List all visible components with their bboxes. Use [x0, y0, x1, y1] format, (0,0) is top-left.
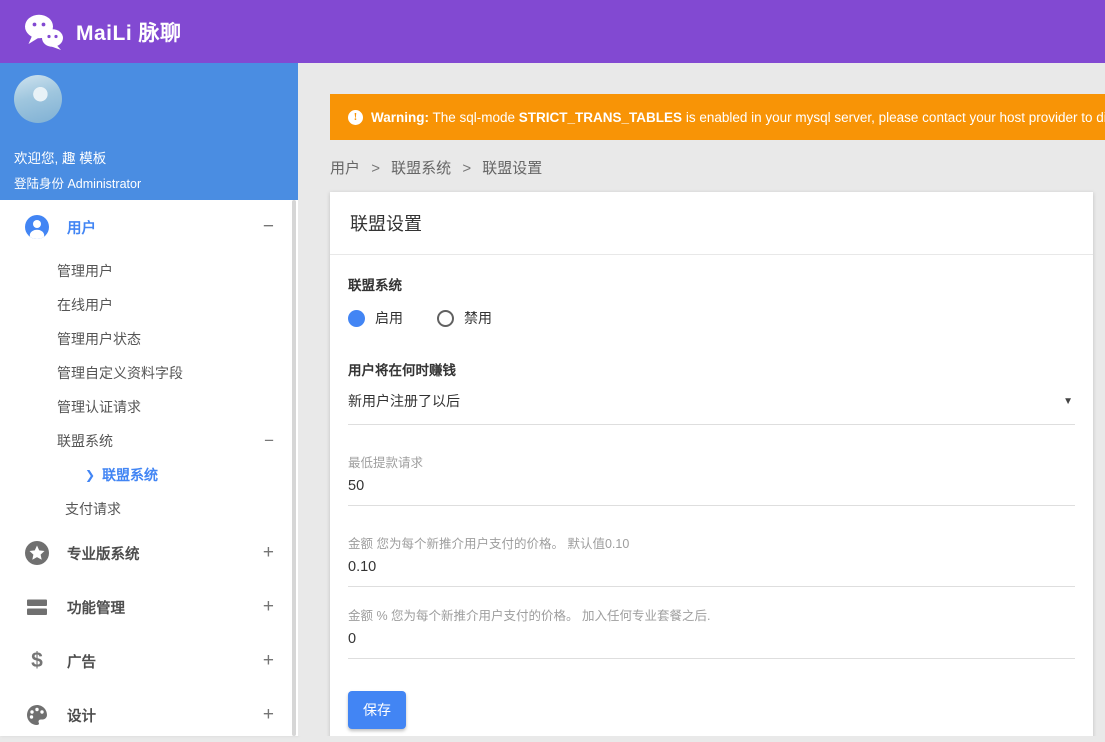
- earn-when-group: 用户将在何时赚钱 新用户注册了以后 ▼: [348, 359, 1075, 425]
- sidebar-item-design[interactable]: 设计 +: [0, 688, 298, 742]
- warning-icon: !: [348, 109, 363, 125]
- star-icon: [24, 540, 50, 566]
- brand-name: MaiLi 脉聊: [76, 21, 182, 45]
- sidebar-item-users[interactable]: 用户 −: [0, 200, 298, 254]
- sidebar-item-label: 功能管理: [67, 600, 125, 617]
- breadcrumb-separator: >: [371, 160, 380, 177]
- sidebar-item-label: 管理认证请求: [57, 399, 141, 415]
- chevron-right-icon: ❯: [85, 468, 96, 482]
- sidebar-menu: 用户 − 管理用户 在线用户 管理用户状态 管理自定义资料字段 管理认证请求 联…: [0, 200, 298, 742]
- sidebar-item-label: 联盟系统: [57, 433, 113, 449]
- sidebar-item-label: 专业版系统: [67, 546, 140, 563]
- breadcrumb-item-affiliate-system[interactable]: 联盟系统: [391, 160, 451, 177]
- sidebar: 欢迎您, 趣 模板 登陆身份 Administrator 用户 − 管理用户 在…: [0, 63, 298, 736]
- save-button[interactable]: 保存: [348, 691, 406, 729]
- card-title: 联盟设置: [330, 192, 1093, 255]
- sidebar-item-label: 支付请求: [65, 501, 121, 517]
- sidebar-item-ads[interactable]: $ 广告 +: [0, 634, 298, 688]
- sidebar-item-affiliate-system-active[interactable]: ❯ 联盟系统: [0, 458, 298, 492]
- radio-enable[interactable]: [348, 309, 365, 327]
- affiliate-system-group: 联盟系统 启用 禁用: [348, 274, 1075, 328]
- amount-input[interactable]: [348, 552, 1075, 587]
- collapse-icon[interactable]: −: [264, 432, 274, 449]
- sidebar-item-label: 联盟系统: [102, 467, 159, 483]
- sidebar-scrollbar[interactable]: [292, 200, 296, 736]
- affiliate-system-label: 联盟系统: [348, 278, 402, 293]
- affiliate-settings-card: 联盟设置 联盟系统 启用 禁用 用户将在何时赚钱 新用户注册了以后 ▼ 最低提款…: [330, 192, 1093, 736]
- amount-percent-label: 金额 % 您为每个新推介用户支付的价格。 加入任何专业套餐之后.: [348, 609, 711, 623]
- affiliate-settings-form: 联盟系统 启用 禁用 用户将在何时赚钱 新用户注册了以后 ▼ 最低提款请求 50…: [330, 255, 1093, 736]
- user-avatar[interactable]: [14, 75, 62, 123]
- sidebar-item-label: 在线用户: [57, 297, 113, 313]
- min-withdrawal-label: 最低提款请求: [348, 456, 424, 470]
- sidebar-item-pro-system[interactable]: 专业版系统 +: [0, 526, 298, 580]
- amount-group: 金额 您为每个新推介用户支付的价格。 默认值0.10: [348, 533, 1075, 587]
- radio-enable-label[interactable]: 启用: [375, 308, 403, 328]
- amount-percent-input[interactable]: [348, 624, 1075, 659]
- expand-icon[interactable]: +: [263, 596, 274, 618]
- sidebar-item-label: 设计: [67, 708, 96, 725]
- expand-icon[interactable]: +: [263, 542, 274, 564]
- dollar-icon: $: [31, 649, 43, 672]
- wechat-logo-icon: [24, 13, 64, 51]
- breadcrumb-separator: >: [462, 160, 472, 177]
- amount-percent-group: 金额 % 您为每个新推介用户支付的价格。 加入任何专业套餐之后.: [348, 605, 1075, 659]
- chevron-down-icon: ▼: [1063, 395, 1073, 407]
- sidebar-item-custom-profile-fields[interactable]: 管理自定义资料字段: [0, 356, 298, 390]
- sidebar-item-label: 管理用户状态: [57, 331, 141, 347]
- sidebar-item-affiliate-system[interactable]: 联盟系统 −: [0, 424, 298, 458]
- expand-icon[interactable]: +: [263, 650, 274, 672]
- sidebar-item-feature-management[interactable]: 功能管理 +: [0, 580, 298, 634]
- bars-icon: [24, 594, 50, 620]
- breadcrumb-item-affiliate-settings: 联盟设置: [482, 160, 543, 177]
- sidebar-item-label: 广告: [67, 654, 96, 671]
- sidebar-item-manage-users[interactable]: 管理用户: [0, 254, 298, 288]
- sidebar-item-label: 用户: [67, 220, 96, 237]
- user-icon: [24, 214, 50, 240]
- main-content: ! Warning: The sql-mode STRICT_TRANS_TAB…: [298, 63, 1105, 736]
- sidebar-item-user-status[interactable]: 管理用户状态: [0, 322, 298, 356]
- radio-disable-label[interactable]: 禁用: [464, 308, 492, 328]
- sidebar-item-online-users[interactable]: 在线用户: [0, 288, 298, 322]
- palette-icon: [24, 702, 50, 728]
- radio-disable[interactable]: [437, 309, 454, 327]
- min-withdrawal-input[interactable]: [348, 471, 1075, 506]
- expand-icon[interactable]: +: [263, 704, 274, 726]
- earn-when-select[interactable]: 新用户注册了以后 ▼: [348, 379, 1075, 425]
- earn-when-value: 新用户注册了以后: [348, 393, 460, 409]
- sidebar-item-payment-requests[interactable]: 支付请求: [0, 492, 298, 526]
- earn-when-label: 用户将在何时赚钱: [348, 363, 456, 378]
- sidebar-item-verification-requests[interactable]: 管理认证请求: [0, 390, 298, 424]
- amount-label: 金额 您为每个新推介用户支付的价格。 默认值0.10: [348, 537, 630, 551]
- welcome-text: 欢迎您, 趣 模板: [14, 151, 107, 166]
- sidebar-item-label: 管理用户: [57, 263, 113, 279]
- sidebar-item-label: 管理自定义资料字段: [57, 365, 183, 381]
- login-role-text: 登陆身份 Administrator: [14, 177, 142, 191]
- affiliate-system-options: 启用 禁用: [348, 308, 1075, 328]
- breadcrumb: 用户 > 联盟系统 > 联盟设置: [330, 157, 1105, 178]
- profile-panel: 欢迎您, 趣 模板 登陆身份 Administrator: [0, 63, 298, 200]
- min-withdrawal-group: 最低提款请求: [348, 452, 1075, 506]
- collapse-icon[interactable]: −: [263, 216, 274, 238]
- sql-warning-banner: ! Warning: The sql-mode STRICT_TRANS_TAB…: [330, 94, 1105, 140]
- app-header: MaiLi 脉聊: [0, 0, 1105, 63]
- warning-text: Warning: The sql-mode STRICT_TRANS_TABLE…: [371, 109, 1105, 125]
- breadcrumb-item-users[interactable]: 用户: [330, 160, 360, 177]
